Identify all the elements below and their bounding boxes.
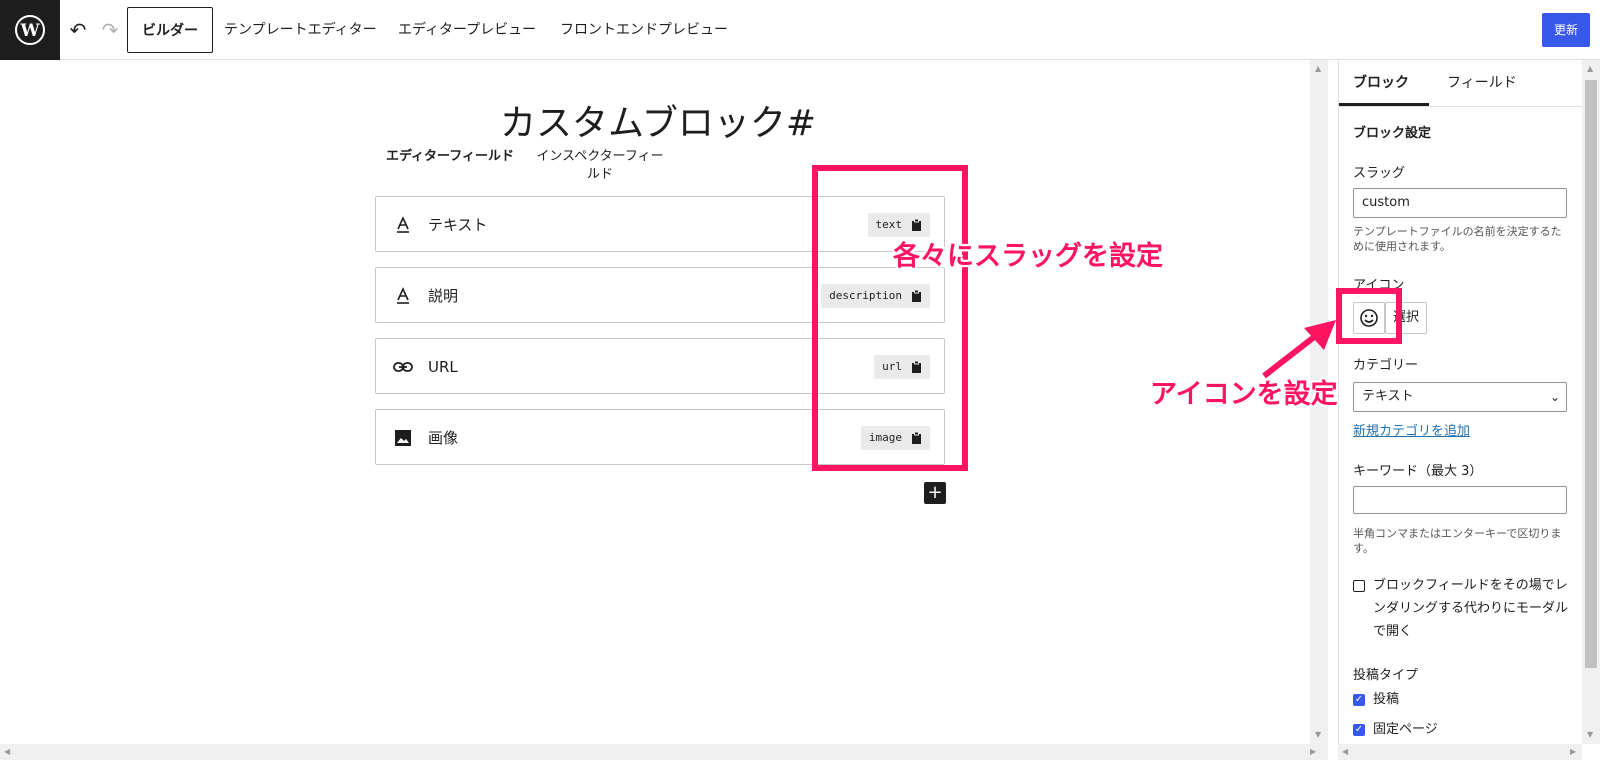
modal-checkbox[interactable] [1353, 580, 1365, 592]
scroll-left-icon[interactable]: ◀ [1342, 747, 1348, 756]
category-select[interactable]: テキスト ⌄ [1353, 382, 1567, 412]
keyword-label: キーワード（最大 3） [1353, 464, 1483, 479]
scroll-down-icon[interactable]: ▼ [1587, 730, 1593, 739]
add-field-button[interactable]: + [924, 482, 946, 504]
category-label: カテゴリー [1353, 358, 1419, 373]
field-label: URL [428, 358, 458, 376]
scroll-right-icon[interactable]: ▶ [1570, 747, 1576, 756]
add-category-link[interactable]: 新規カテゴリを追加 [1353, 420, 1470, 439]
tab-editor-fields[interactable]: エディターフィールド [385, 148, 515, 166]
sidebar-horizontal-scrollbar[interactable]: ◀ ▶ [1338, 744, 1582, 760]
keyword-input[interactable] [1353, 486, 1567, 514]
post-type-checkbox-page[interactable]: ✓ [1353, 724, 1365, 736]
tab-inspector-fields[interactable]: インスペクターフィールド [535, 148, 665, 184]
tab-block[interactable]: ブロック [1339, 60, 1429, 106]
canvas-horizontal-scrollbar[interactable]: ◀ ▶ [0, 744, 1328, 760]
modal-checkbox-label: ブロックフィールドをその場でレンダリングする代わりにモーダルで開く [1373, 578, 1569, 639]
text-icon [392, 285, 414, 307]
scroll-left-icon[interactable]: ◀ [4, 747, 10, 756]
scroll-up-icon[interactable]: ▲ [1315, 64, 1321, 73]
field-label: 画像 [428, 429, 459, 447]
field-label: テキスト [428, 216, 488, 234]
keyword-help-text: 半角コンマまたはエンターキーで区切ります。 [1353, 527, 1562, 555]
post-type-label: 投稿タイプ [1353, 668, 1419, 683]
tab-template-editor[interactable]: テンプレートエディター [224, 7, 377, 53]
scroll-right-icon[interactable]: ▶ [1310, 747, 1316, 756]
sidebar-scroll-thumb[interactable] [1585, 80, 1597, 668]
post-type-label-page: 固定ページ [1373, 722, 1438, 737]
slug-annotation: 各々にスラッグを設定 [893, 241, 1163, 272]
settings-sidebar: ブロック フィールド ブロック設定 スラッグ custom テンプレートファイル… [1338, 60, 1583, 744]
post-type-label-post: 投稿 [1373, 692, 1400, 707]
category-select-value: テキスト [1362, 389, 1414, 404]
chevron-down-icon: ⌄ [1549, 390, 1560, 404]
annotation-arrow-icon [1262, 320, 1336, 379]
slug-highlight-box [812, 165, 968, 471]
builder-canvas: カスタムブロック# エディターフィールド インスペクターフィールド テキスト t… [0, 60, 1310, 744]
top-toolbar: W ↶ ↷ ビルダー テンプレートエディター エディタープレビュー フロントエン… [0, 0, 1600, 60]
slug-label: スラッグ [1353, 166, 1406, 181]
slug-help-text: テンプレートファイルの名前を決定するために使用されます。 [1353, 225, 1562, 253]
link-icon [392, 356, 414, 378]
tab-fields[interactable]: フィールド [1447, 60, 1517, 106]
wordpress-logo-icon[interactable]: W [0, 0, 60, 60]
post-type-checkbox-post[interactable]: ✓ [1353, 694, 1365, 706]
slug-input[interactable]: custom [1353, 188, 1567, 218]
text-icon [392, 214, 414, 236]
scroll-down-icon[interactable]: ▼ [1315, 730, 1321, 739]
scroll-up-icon[interactable]: ▲ [1587, 64, 1593, 73]
block-settings-heading: ブロック設定 [1353, 126, 1432, 141]
tab-frontend-preview[interactable]: フロントエンドプレビュー [560, 7, 728, 53]
block-title[interactable]: カスタムブロック# [500, 94, 816, 146]
tab-divider [1339, 106, 1583, 107]
update-button[interactable]: 更新 [1542, 13, 1590, 47]
undo-icon[interactable]: ↶ [66, 18, 90, 42]
redo-icon[interactable]: ↷ [98, 18, 122, 42]
field-label: 説明 [428, 287, 459, 305]
tab-editor-preview[interactable]: エディタープレビュー [398, 7, 536, 53]
tab-builder[interactable]: ビルダー [127, 7, 213, 53]
image-icon [392, 427, 414, 449]
svg-text:W: W [19, 21, 40, 41]
